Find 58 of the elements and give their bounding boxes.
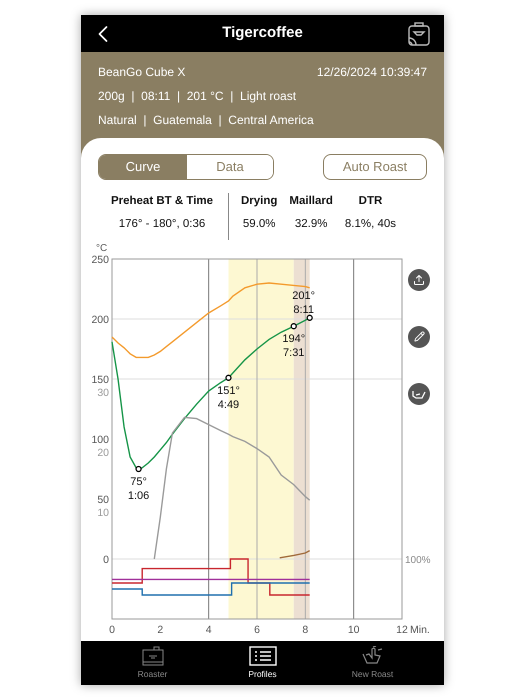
x-tick-label: 4 [206, 624, 212, 636]
point-marker [290, 322, 297, 329]
device-name: BeanGo Cube X [98, 64, 186, 81]
nav-tab[interactable]: Roaster [118, 641, 188, 685]
cupping-button[interactable] [408, 382, 430, 404]
roaster-wireless-icon [406, 20, 432, 46]
percent-label: 100% [405, 554, 431, 566]
point-marker [306, 314, 313, 320]
roast-datetime: 12/26/2024 10:39:47 [316, 64, 427, 81]
nav-tab[interactable]: Profiles [228, 641, 298, 685]
stat-label: Drying [241, 194, 278, 209]
point-marker [135, 465, 142, 472]
stat-label: DTR [358, 194, 382, 209]
y-tick-label: 150 [91, 374, 109, 386]
point-temp-label: 201° [292, 289, 316, 302]
pencil-icon [414, 331, 424, 342]
stat-value: 32.9% [294, 217, 328, 232]
y-tick-label: 50 [97, 494, 109, 506]
window-title: Tigercoffee [222, 23, 303, 44]
point-time-label: 1:06 [128, 490, 150, 502]
point-time-label: 7:31 [283, 346, 304, 359]
y-axis-unit: °C [96, 242, 108, 254]
list-icon [248, 646, 276, 666]
edit-button[interactable] [408, 326, 430, 348]
x-axis-unit: Min. [410, 624, 430, 636]
y-tick-label: 0 [103, 554, 109, 566]
stat-label: Preheat BT & Time [110, 194, 214, 209]
y-tick-label: 100 [91, 434, 109, 446]
stat-value: 8.1%, 40s [344, 217, 396, 232]
ror-tick-label: 30 [97, 386, 109, 398]
x-tick-label: 0 [109, 624, 115, 636]
y-tick-label: 200 [91, 314, 109, 326]
point-time-label: 4:49 [218, 398, 240, 410]
roaster-connection-button[interactable] [406, 20, 432, 46]
ror-tick-label: 10 [97, 506, 109, 518]
x-tick-label: 2 [157, 624, 164, 636]
x-tick-label: 12 [396, 624, 408, 636]
point-temp-label: 194° [282, 332, 306, 345]
stat-label: Maillard [289, 194, 333, 209]
x-tick-label: 10 [348, 624, 360, 636]
bean-origin: Natural | Guatemala | Central America [98, 112, 315, 129]
point-marker [225, 374, 232, 380]
roaster-icon [140, 646, 164, 666]
roast-details: 200g | 08:11 | 201 °C | Light roast [98, 88, 298, 105]
share-button[interactable] [408, 268, 430, 290]
ror-tick-label: 20 [97, 446, 109, 458]
x-tick-label: 6 [254, 624, 260, 636]
auto-roast-button[interactable]: Auto Roast [323, 154, 427, 180]
point-temp-label: 75° [130, 476, 147, 488]
share-icon [413, 274, 425, 286]
x-tick-label: 8 [302, 624, 308, 636]
y-tick-label: 250 [91, 254, 109, 266]
nav-tab[interactable]: New Roast [338, 641, 408, 685]
stat-value: 176° - 180°, 0:36 [118, 217, 206, 232]
point-temp-label: 151° [217, 384, 240, 396]
point-time-label: 8:11 [293, 303, 314, 316]
view-tab[interactable]: Curve [99, 155, 187, 179]
stat-value: 59.0% [242, 217, 276, 232]
